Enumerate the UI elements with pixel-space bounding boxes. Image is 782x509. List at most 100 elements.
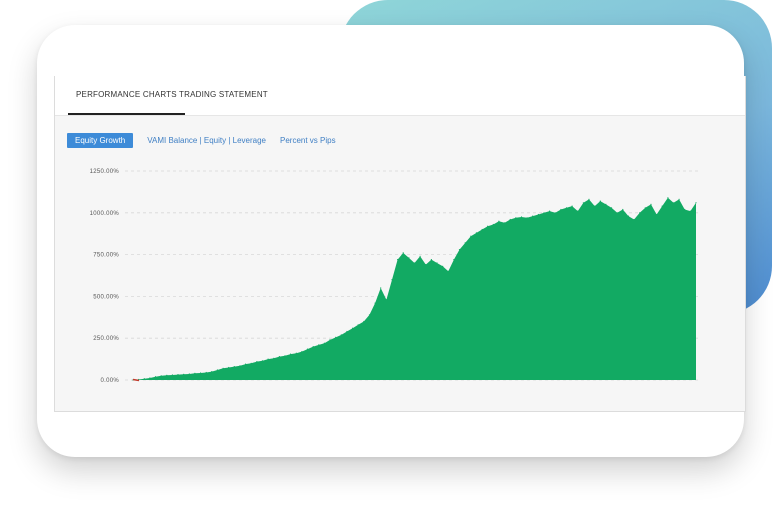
data-point [627, 215, 630, 217]
data-point [639, 212, 641, 214]
data-point [644, 207, 646, 209]
data-point [577, 210, 579, 212]
data-point [537, 213, 539, 216]
data-point [183, 373, 185, 375]
data-point [256, 361, 258, 363]
equity-area-series [133, 197, 696, 380]
data-point [689, 210, 692, 212]
data-point [582, 202, 585, 204]
data-point [188, 373, 190, 375]
y-tick-label: 500.00% [93, 294, 119, 300]
data-point [261, 360, 264, 362]
data-point [616, 212, 618, 214]
data-point [543, 212, 545, 214]
data-point [526, 217, 528, 219]
data-point [149, 377, 151, 379]
data-point [571, 205, 573, 207]
data-point [228, 366, 230, 369]
data-point [622, 208, 624, 211]
data-point [397, 259, 399, 261]
data-point [312, 346, 314, 348]
data-point [447, 270, 449, 272]
data-point [419, 255, 421, 257]
data-point [329, 339, 331, 341]
data-point [306, 348, 309, 350]
data-point [458, 249, 461, 251]
data-point [599, 200, 601, 202]
data-point [498, 220, 500, 222]
y-tick-label: 1000.00% [90, 211, 120, 217]
data-point [318, 344, 320, 346]
data-point [549, 210, 551, 212]
data-point [492, 223, 494, 226]
data-point [385, 299, 387, 301]
data-point [610, 207, 613, 209]
data-point [380, 287, 382, 289]
data-point [171, 374, 173, 376]
data-point [357, 324, 359, 326]
data-point [481, 228, 483, 231]
y-tick-label: 750.00% [93, 253, 119, 259]
data-point [143, 378, 145, 380]
data-point [211, 371, 213, 373]
data-point [222, 367, 224, 369]
data-point [430, 259, 432, 261]
data-point [194, 372, 196, 374]
data-point [605, 203, 607, 205]
data-point [278, 356, 280, 358]
data-point [239, 365, 241, 367]
data-point [166, 374, 168, 376]
data-point [475, 232, 477, 234]
data-point [250, 362, 252, 364]
y-tick-label: 1250.00% [90, 169, 120, 175]
data-point [368, 314, 371, 316]
data-point [436, 262, 438, 264]
data-point [346, 330, 348, 333]
data-point [588, 198, 590, 200]
data-point [509, 218, 511, 221]
data-point [352, 327, 354, 329]
data-point [402, 252, 404, 254]
data-point [245, 363, 247, 365]
data-point [340, 334, 342, 336]
data-point [284, 355, 286, 357]
data-point [200, 372, 202, 374]
data-point [374, 302, 376, 304]
tab-bar: PERFORMANCE CHARTS TRADING STATEMENT [55, 76, 745, 116]
y-tick-label: 0.00% [100, 378, 119, 384]
data-point [273, 357, 275, 359]
data-point [678, 198, 680, 200]
data-point [464, 242, 466, 244]
data-point [656, 213, 658, 216]
data-point [554, 212, 556, 214]
data-point [453, 259, 455, 261]
data-point [532, 215, 534, 217]
data-point [487, 225, 489, 227]
data-point [216, 369, 218, 371]
data-point [205, 371, 207, 374]
data-point [413, 262, 416, 264]
data-point [633, 218, 635, 221]
tab-trading-statement[interactable]: TRADING STATEMENT [179, 90, 268, 99]
data-point [295, 352, 297, 354]
data-point [560, 208, 562, 211]
data-point [154, 376, 157, 378]
data-point [594, 205, 596, 207]
data-point [442, 265, 444, 267]
equity-growth-chart: 0.00% 250.00% 500.00% 750.00% 1000.00% 1250.0… [90, 169, 701, 384]
data-point [520, 216, 523, 218]
y-tick-label: 250.00% [93, 336, 119, 342]
data-point [391, 279, 393, 281]
chart-area: Equity Growth VAMI Balance | Equity | Le… [55, 116, 745, 411]
data-point [661, 205, 663, 207]
data-point [233, 366, 235, 368]
data-point [667, 197, 669, 199]
start-marker [132, 378, 140, 382]
data-point [408, 257, 410, 259]
data-point [470, 235, 472, 237]
tab-performance-charts[interactable]: PERFORMANCE CHARTS [68, 90, 185, 115]
data-point [335, 336, 337, 338]
data-point [323, 342, 325, 344]
performance-panel: PERFORMANCE CHARTS TRADING STATEMENT Equ… [54, 76, 746, 412]
data-point [695, 202, 697, 204]
